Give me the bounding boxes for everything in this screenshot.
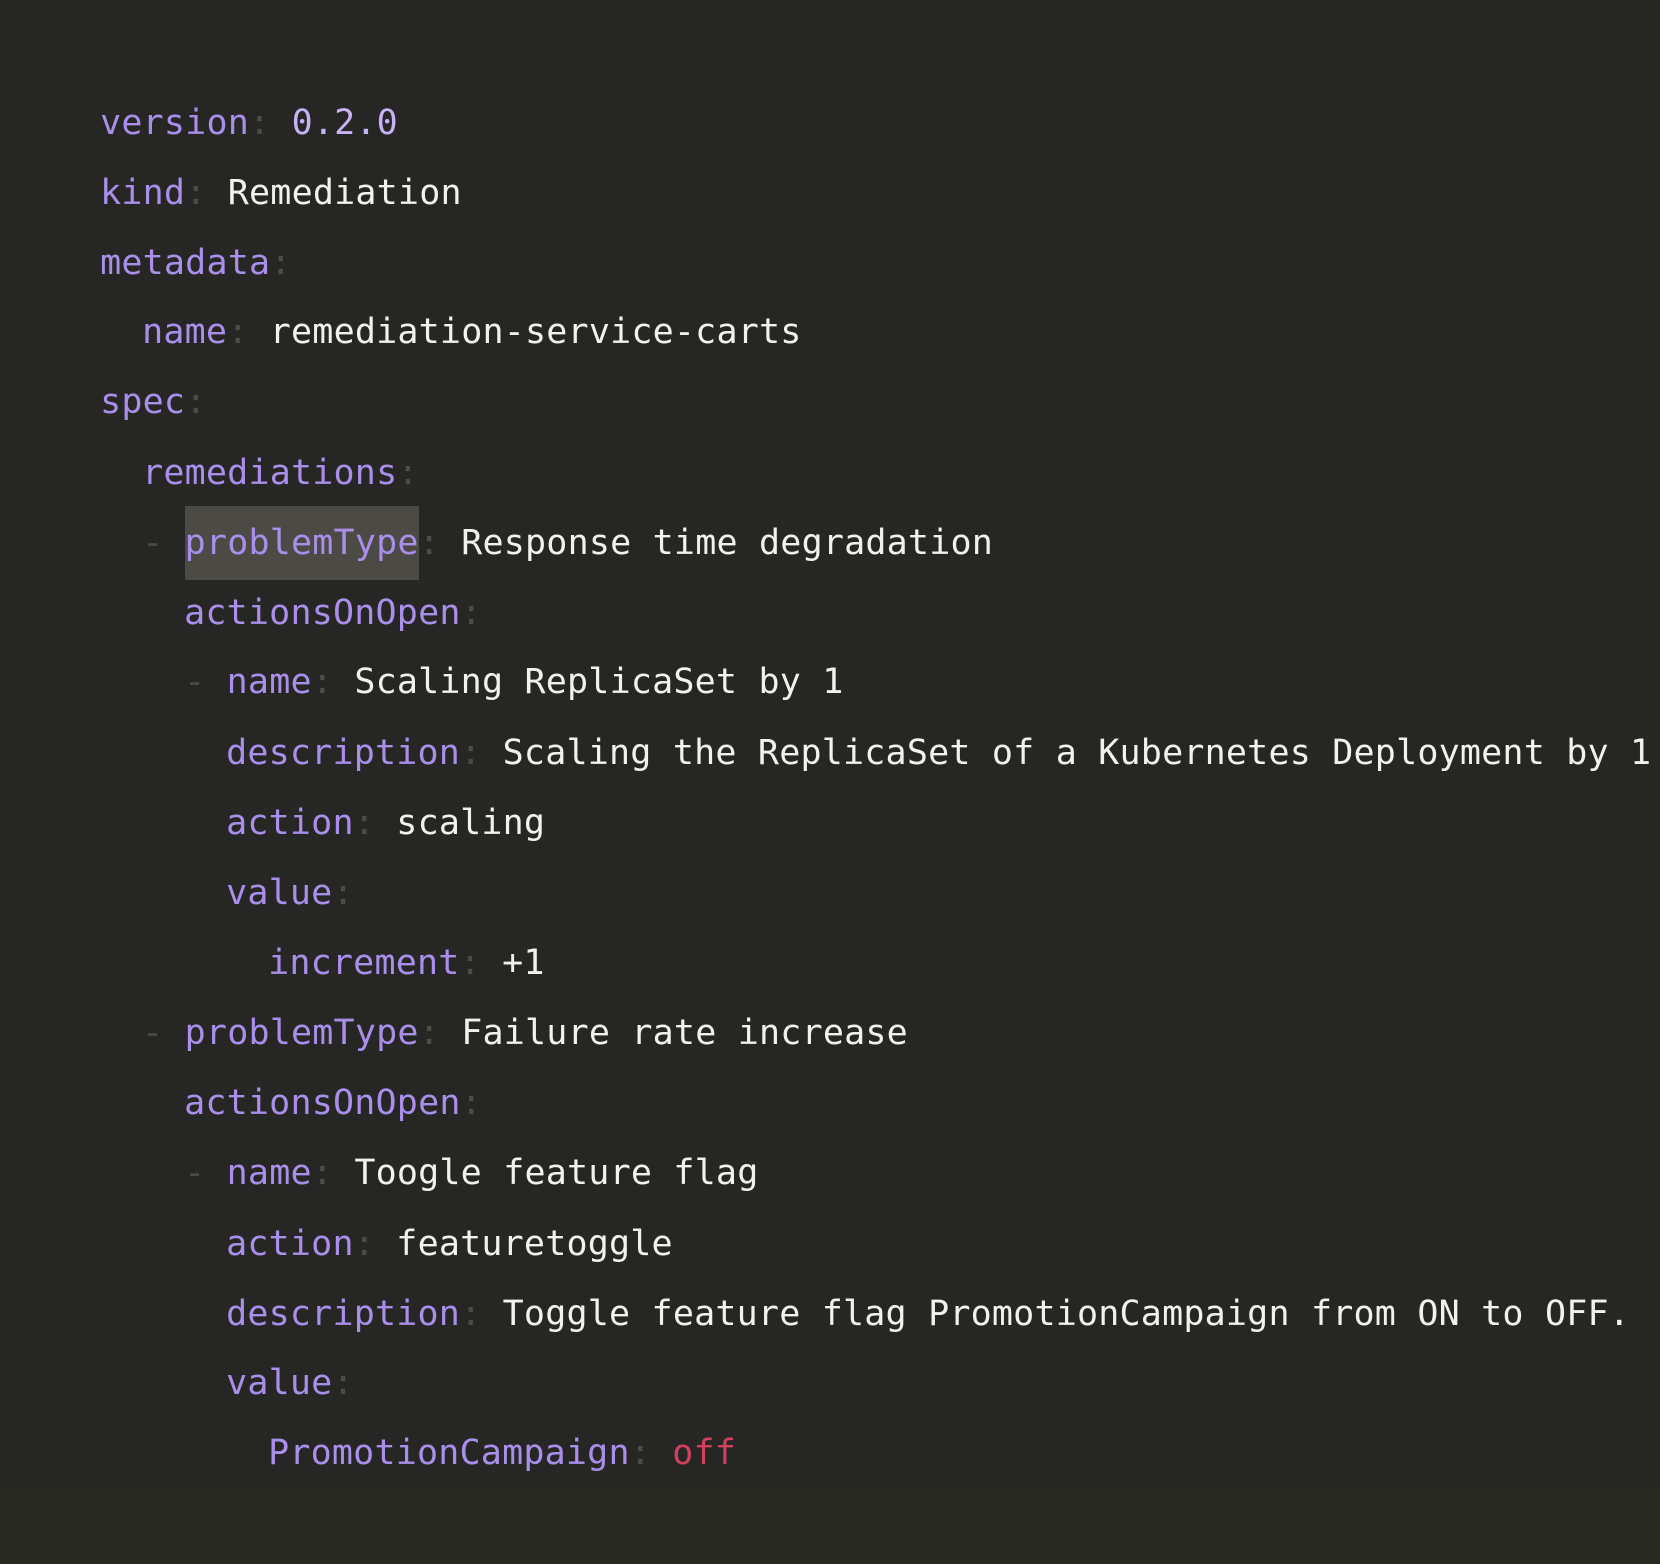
yaml-colon: : (353, 803, 376, 843)
code-line-value-2[interactable]: value: (15, 1272, 354, 1403)
yaml-key: PromotionCampaign (268, 1433, 630, 1473)
code-line-description-2[interactable]: description: Toggle feature flag Promoti… (15, 1203, 1630, 1334)
yaml-value: Response time degradation (461, 523, 994, 563)
code-line-metadata[interactable]: metadata: (15, 152, 292, 283)
yaml-value: Scaling the ReplicaSet of a Kubernetes D… (502, 733, 1652, 773)
code-line-action-name-2[interactable]: - name: Toogle feature flag (15, 1062, 758, 1193)
code-line-spec[interactable]: spec: (15, 291, 206, 422)
code-line-remediations[interactable]: remediations: (15, 362, 419, 493)
code-line-version[interactable]: version: 0.2.0 (15, 12, 398, 143)
yaml-value-boolean: off (672, 1433, 737, 1473)
code-line-metadata-name[interactable]: name: remediation-service-carts (15, 221, 802, 352)
code-line-actionsonopen-1[interactable]: actionsOnOpen: (15, 502, 482, 633)
code-line-action-name-1[interactable]: - name: Scaling ReplicaSet by 1 (15, 571, 844, 702)
code-line-value-1[interactable]: value: (15, 782, 354, 913)
yaml-value: scaling (396, 803, 546, 843)
code-line-action-1[interactable]: action: scaling (15, 712, 545, 843)
yaml-colon: : (227, 312, 249, 352)
yaml-colon: : (629, 1433, 651, 1473)
code-line-increment[interactable]: increment: +1 (15, 852, 545, 983)
code-line-action-2[interactable]: action: featuretoggle (15, 1133, 673, 1264)
yaml-value: Failure rate increase (461, 1013, 908, 1053)
code-line-description-1[interactable]: description: Scaling the ReplicaSet of a… (15, 642, 1651, 773)
code-line-kind[interactable]: kind: Remediation (15, 82, 462, 213)
yaml-code-editor[interactable]: version: 0.2.0 kind: Remediation metadat… (0, 0, 1660, 1486)
code-line-promotioncampaign[interactable]: PromotionCampaign: off (15, 1342, 736, 1473)
yaml-value: Toggle feature flag PromotionCampaign fr… (502, 1294, 1631, 1334)
yaml-colon: : (460, 1294, 482, 1334)
code-line-problemtype-1[interactable]: - problemType: Response time degradation (15, 432, 993, 580)
code-line-actionsonopen-2[interactable]: actionsOnOpen: (15, 992, 482, 1123)
yaml-value: remediation-service-carts (269, 312, 802, 352)
code-line-problemtype-2[interactable]: - problemType: Failure rate increase (15, 922, 908, 1053)
